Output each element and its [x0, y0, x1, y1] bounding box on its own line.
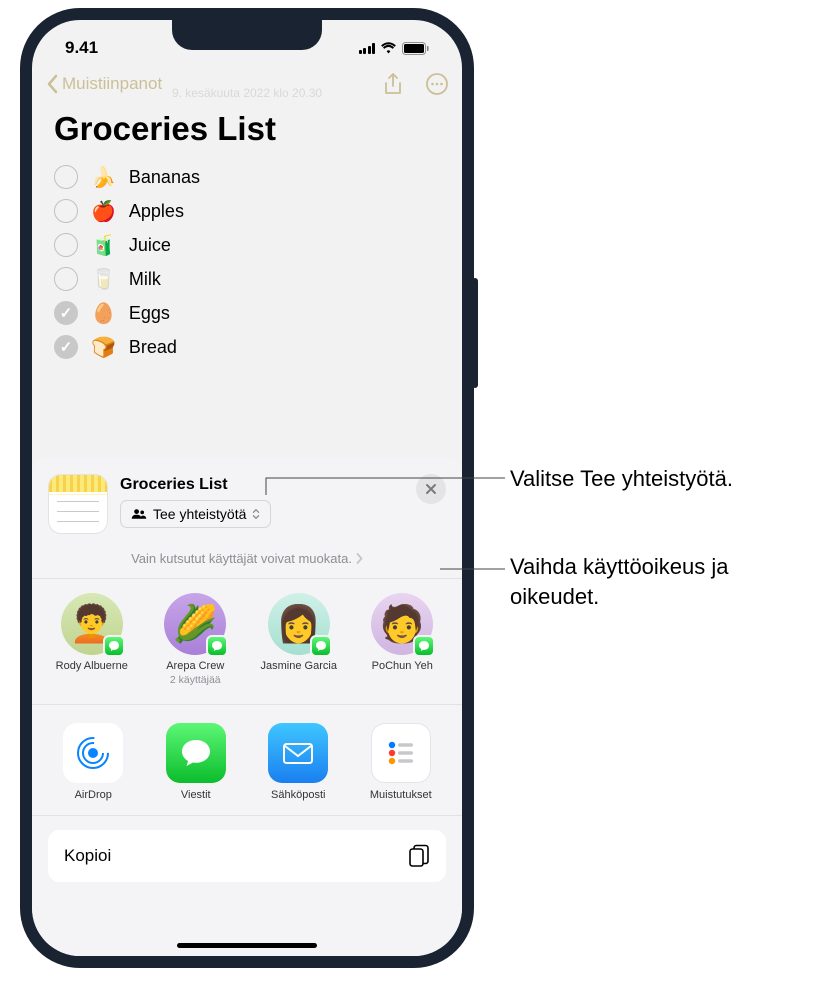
messages-badge-icon — [103, 635, 125, 657]
checklist-item[interactable]: 🥛Milk — [54, 262, 440, 296]
checklist-item[interactable]: 🧃Juice — [54, 228, 440, 262]
checkbox-unchecked-icon[interactable] — [54, 199, 78, 223]
callout-permissions: Vaihda käyttöoikeus ja oikeudet. — [510, 552, 810, 611]
checklist-item[interactable]: 🍞Bread — [54, 330, 440, 364]
share-app-mail[interactable]: Sähköposti — [247, 723, 350, 801]
close-button[interactable] — [416, 474, 446, 504]
share-contact[interactable]: 🌽 Arepa Crew 2 käyttäjää — [146, 593, 246, 686]
status-time: 9.41 — [65, 38, 98, 58]
share-sheet-header: Groceries List Tee yhteistyötä — [32, 458, 462, 544]
messages-badge-icon — [413, 635, 435, 657]
share-app-reminders[interactable]: Muistutukset — [350, 723, 453, 801]
share-sheet: Groceries List Tee yhteistyötä Vain kuts… — [32, 458, 462, 956]
share-contact[interactable]: 🧑‍🦱 Rody Albuerne — [42, 593, 142, 686]
copy-icon — [408, 844, 430, 868]
battery-icon — [402, 42, 429, 55]
share-sheet-title: Groceries List — [120, 476, 446, 494]
chevron-right-icon — [356, 553, 363, 564]
mail-app-icon — [268, 723, 328, 783]
home-indicator[interactable] — [177, 943, 317, 948]
copy-button[interactable]: Kopioi — [48, 830, 446, 882]
messages-app-icon — [166, 723, 226, 783]
people-icon — [131, 508, 147, 520]
note-date: 9. kesäkuuta 2022 klo 20.30 — [32, 86, 462, 100]
wifi-icon — [380, 42, 397, 54]
cellular-icon — [359, 43, 376, 54]
collaborate-dropdown[interactable]: Tee yhteistyötä — [120, 500, 271, 528]
callout-collaborate: Valitse Tee yhteistyötä. — [510, 464, 733, 494]
status-indicators — [359, 42, 430, 55]
messages-badge-icon — [310, 635, 332, 657]
apps-row: AirDrop Viestit Sähköposti — [32, 705, 462, 816]
messages-badge-icon — [206, 635, 228, 657]
checklist-item[interactable]: 🍎Apples — [54, 194, 440, 228]
permissions-button[interactable]: Vain kutsutut käyttäjät voivat muokata. — [32, 544, 462, 579]
close-icon — [425, 483, 437, 495]
airdrop-icon — [63, 723, 123, 783]
contacts-row: 🧑‍🦱 Rody Albuerne 🌽 Arepa Crew 2 käyttäj… — [32, 579, 462, 705]
note-title: Groceries List — [32, 100, 462, 160]
checklist-item[interactable]: 🍌Bananas — [54, 160, 440, 194]
checkbox-unchecked-icon[interactable] — [54, 233, 78, 257]
share-contact[interactable]: 👩 Jasmine Garcia — [249, 593, 349, 686]
side-button — [472, 278, 478, 388]
checkbox-checked-icon[interactable] — [54, 335, 78, 359]
reminders-app-icon — [371, 723, 431, 783]
sheet-actions: Kopioi — [32, 816, 462, 896]
checkbox-unchecked-icon[interactable] — [54, 267, 78, 291]
share-app-airdrop[interactable]: AirDrop — [42, 723, 145, 801]
share-contact[interactable]: 🧑 PoChun Yeh — [353, 593, 453, 686]
share-app-messages[interactable]: Viestit — [145, 723, 248, 801]
checkbox-checked-icon[interactable] — [54, 301, 78, 325]
checklist-item[interactable]: 🥚Eggs — [54, 296, 440, 330]
notes-app-icon — [48, 474, 108, 534]
checkbox-unchecked-icon[interactable] — [54, 165, 78, 189]
notch — [172, 20, 322, 50]
chevron-updown-icon — [252, 508, 260, 520]
phone-frame: 9.41 Muistiinpanot 9. kesäkuuta 2022 klo… — [20, 8, 474, 968]
checklist: 🍌Bananas 🍎Apples 🧃Juice 🥛Milk 🥚Eggs 🍞Bre… — [32, 160, 462, 364]
phone-screen: 9.41 Muistiinpanot 9. kesäkuuta 2022 klo… — [32, 20, 462, 956]
